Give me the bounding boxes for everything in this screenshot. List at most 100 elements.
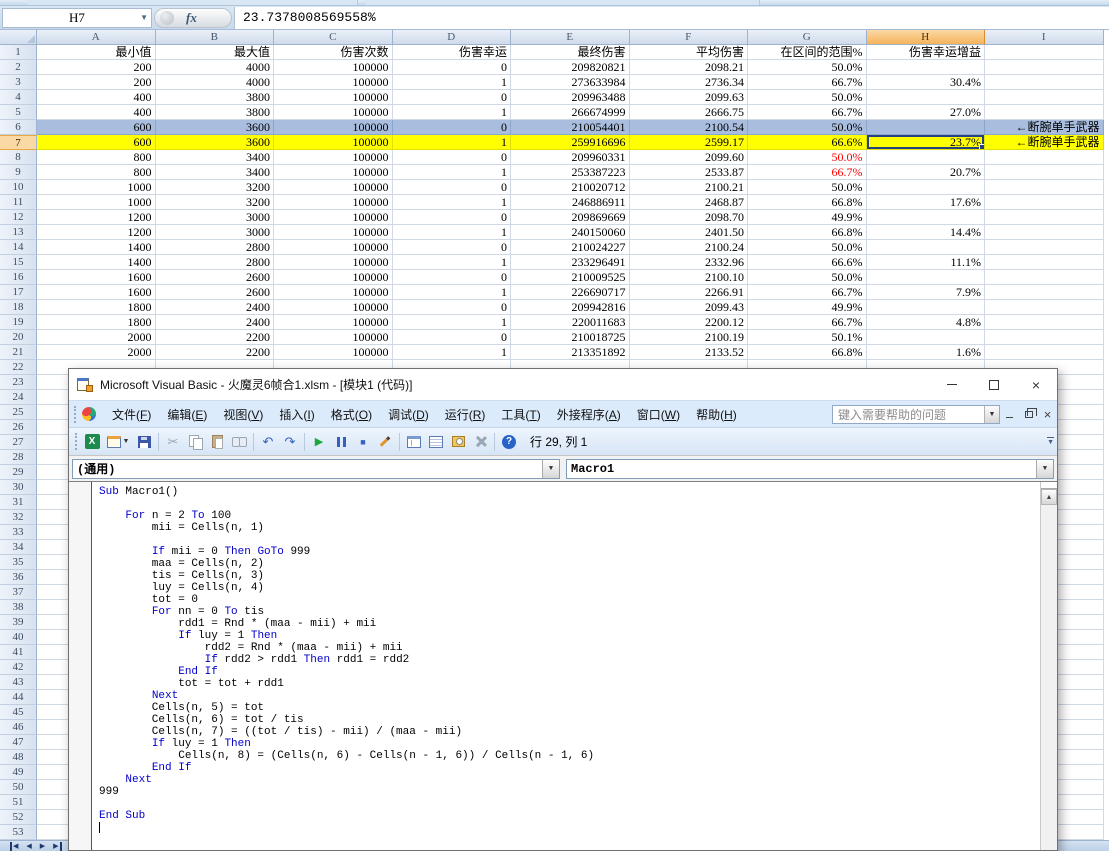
row-header-29[interactable]: 29	[0, 465, 37, 480]
menubar-grip[interactable]	[74, 406, 76, 423]
cell-G2[interactable]: 50.0%	[748, 60, 867, 75]
mdi-close-button[interactable]: ×	[1039, 406, 1056, 423]
cell-I18[interactable]	[985, 300, 1104, 315]
cell-A11[interactable]: 1000	[37, 195, 156, 210]
cell-H13[interactable]: 14.4%	[867, 225, 986, 240]
object-browser-icon[interactable]	[447, 432, 469, 452]
cell-F18[interactable]: 2099.43	[630, 300, 749, 315]
cell-B21[interactable]: 2200	[156, 345, 275, 360]
cell-G9[interactable]: 66.7%	[748, 165, 867, 180]
row-header-26[interactable]: 26	[0, 420, 37, 435]
cell-B18[interactable]: 2400	[156, 300, 275, 315]
cell-B14[interactable]: 2800	[156, 240, 275, 255]
column-header-I[interactable]: I	[985, 30, 1104, 45]
cell-G15[interactable]: 66.6%	[748, 255, 867, 270]
object-combo[interactable]: (通用) ▼	[72, 459, 560, 479]
cell-B8[interactable]: 3400	[156, 150, 275, 165]
row-header-20[interactable]: 20	[0, 330, 37, 345]
cell-E11[interactable]: 246886911	[511, 195, 630, 210]
row-header-24[interactable]: 24	[0, 390, 37, 405]
cell-E13[interactable]: 240150060	[511, 225, 630, 240]
cell-D18[interactable]: 0	[393, 300, 512, 315]
cell-E21[interactable]: 213351892	[511, 345, 630, 360]
row-header-28[interactable]: 28	[0, 450, 37, 465]
cell-G10[interactable]: 50.0%	[748, 180, 867, 195]
row-header-9[interactable]: 9	[0, 165, 37, 180]
cell-D2[interactable]: 0	[393, 60, 512, 75]
cell-I21[interactable]	[985, 345, 1104, 360]
cell-H17[interactable]: 7.9%	[867, 285, 986, 300]
row-header-16[interactable]: 16	[0, 270, 37, 285]
cell-G6[interactable]: 50.0%	[748, 120, 867, 135]
cell-B5[interactable]: 3800	[156, 105, 275, 120]
cell-E6[interactable]: 210054401	[511, 120, 630, 135]
find-icon[interactable]	[228, 432, 250, 452]
cell-G21[interactable]: 66.8%	[748, 345, 867, 360]
cell-G11[interactable]: 66.8%	[748, 195, 867, 210]
cell-I8[interactable]	[985, 150, 1104, 165]
scroll-up-icon[interactable]: ▲	[1041, 489, 1057, 505]
cell-E14[interactable]: 210024227	[511, 240, 630, 255]
redo-icon[interactable]: ↷	[279, 432, 301, 452]
cell-C19[interactable]: 100000	[274, 315, 393, 330]
row-header-36[interactable]: 36	[0, 570, 37, 585]
help-search-box[interactable]: 键入需要帮助的问题 ▼	[832, 405, 1000, 424]
cell-H1[interactable]: 伤害幸运增益	[867, 45, 986, 60]
cell-C9[interactable]: 100000	[274, 165, 393, 180]
cell-F12[interactable]: 2098.70	[630, 210, 749, 225]
row-header-35[interactable]: 35	[0, 555, 37, 570]
column-header-C[interactable]: C	[274, 30, 393, 45]
insert-userform-icon[interactable]: ▼	[103, 432, 133, 452]
cell-G4[interactable]: 50.0%	[748, 90, 867, 105]
cell-A15[interactable]: 1400	[37, 255, 156, 270]
cell-D7[interactable]: 1	[393, 135, 512, 150]
row-header-43[interactable]: 43	[0, 675, 37, 690]
menu-item-insert[interactable]: 插入(I)	[272, 402, 321, 427]
row-header-53[interactable]: 53	[0, 825, 37, 840]
row-header-46[interactable]: 46	[0, 720, 37, 735]
cell-F4[interactable]: 2099.63	[630, 90, 749, 105]
cell-E18[interactable]: 209942816	[511, 300, 630, 315]
cell-I9[interactable]	[985, 165, 1104, 180]
cell-C1[interactable]: 伤害次数	[274, 45, 393, 60]
cell-E7[interactable]: 259916696	[511, 135, 630, 150]
help-dropdown-icon[interactable]: ▼	[984, 406, 999, 423]
column-header-E[interactable]: E	[511, 30, 630, 45]
row-header-27[interactable]: 27	[0, 435, 37, 450]
cell-H14[interactable]	[867, 240, 986, 255]
cell-G17[interactable]: 66.7%	[748, 285, 867, 300]
cell-C18[interactable]: 100000	[274, 300, 393, 315]
row-header-7[interactable]: 7	[0, 135, 37, 150]
cell-A9[interactable]: 800	[37, 165, 156, 180]
menu-item-format[interactable]: 格式(O)	[324, 402, 379, 427]
cell-F6[interactable]: 2100.54	[630, 120, 749, 135]
cell-E10[interactable]: 210020712	[511, 180, 630, 195]
cell-A6[interactable]: 600	[37, 120, 156, 135]
cell-I16[interactable]	[985, 270, 1104, 285]
row-header-41[interactable]: 41	[0, 645, 37, 660]
row-header-32[interactable]: 32	[0, 510, 37, 525]
cell-D17[interactable]: 1	[393, 285, 512, 300]
cell-B11[interactable]: 3200	[156, 195, 275, 210]
cell-I11[interactable]	[985, 195, 1104, 210]
row-header-21[interactable]: 21	[0, 345, 37, 360]
cell-H16[interactable]	[867, 270, 986, 285]
cell-A19[interactable]: 1800	[37, 315, 156, 330]
cell-A14[interactable]: 1400	[37, 240, 156, 255]
cell-H19[interactable]: 4.8%	[867, 315, 986, 330]
procedure-combo[interactable]: Macro1 ▼	[566, 459, 1054, 479]
cell-E20[interactable]: 210018725	[511, 330, 630, 345]
cell-E12[interactable]: 209869669	[511, 210, 630, 225]
row-header-40[interactable]: 40	[0, 630, 37, 645]
cell-I15[interactable]	[985, 255, 1104, 270]
cell-A7[interactable]: 600	[37, 135, 156, 150]
column-header-A[interactable]: A	[37, 30, 156, 45]
cell-D1[interactable]: 伤害幸运	[393, 45, 512, 60]
cell-F9[interactable]: 2533.87	[630, 165, 749, 180]
row-header-10[interactable]: 10	[0, 180, 37, 195]
column-header-H[interactable]: H	[867, 30, 986, 45]
save-icon[interactable]	[133, 432, 155, 452]
cell-A18[interactable]: 1800	[37, 300, 156, 315]
cell-H2[interactable]	[867, 60, 986, 75]
cell-E1[interactable]: 最终伤害	[511, 45, 630, 60]
